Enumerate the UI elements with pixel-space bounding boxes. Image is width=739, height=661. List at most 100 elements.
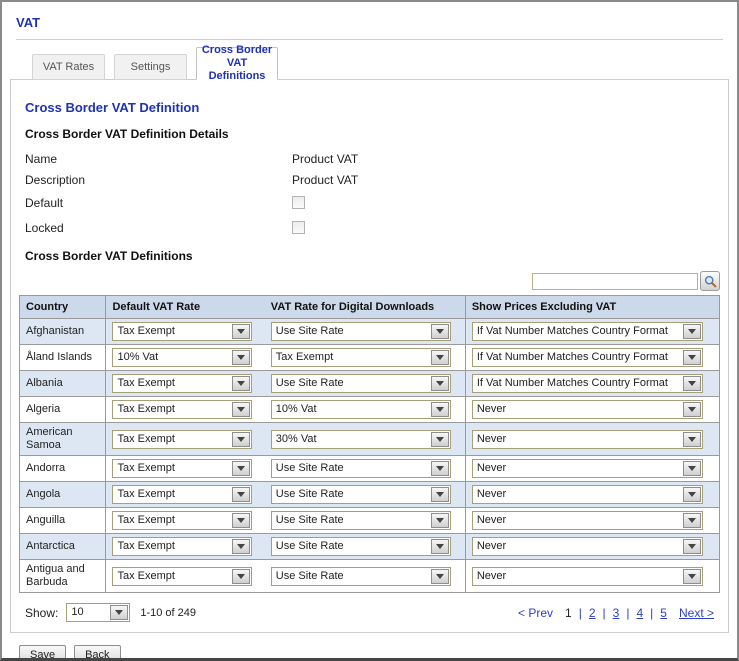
country-cell: Algeria [20,397,106,423]
tab-cross-border-vat-definitions[interactable]: Cross Border VAT Definitions [196,47,278,80]
country-name: Algeria [26,403,96,416]
page-size-value: 10 [67,604,109,621]
show-prices-excluding-vat-select[interactable]: Never [472,567,703,586]
default-vat-rate-cell: Tax Exempt [106,482,265,508]
tab-content-panel: Cross Border VAT Definition Cross Border… [10,79,729,633]
country-cell: Angola [20,482,106,508]
digital-downloads-rate-select[interactable]: Use Site Rate [271,459,451,478]
back-button[interactable]: Back [74,645,120,661]
show-prices-cell: Never [465,560,719,593]
page-link-4[interactable]: 4 [636,606,643,620]
chevron-down-icon [232,324,250,339]
save-button[interactable]: Save [19,645,66,661]
details-section-heading: Cross Border VAT Definition Details [25,127,714,141]
default-vat-rate-select-value: Tax Exempt [113,431,231,448]
digital-rate-cell: Use Site Rate [265,456,466,482]
show-prices-excluding-vat-select[interactable]: Never [472,511,703,530]
show-prices-excluding-vat-select[interactable]: Never [472,459,703,478]
default-vat-rate-cell: Tax Exempt [106,534,265,560]
chevron-down-icon [232,402,250,417]
show-prices-excluding-vat-select[interactable]: If Vat Number Matches Country Format [472,322,703,341]
country-name: Anguilla [26,514,96,527]
default-vat-rate-select-value: Tax Exempt [113,512,231,529]
chevron-down-icon [683,513,701,528]
default-vat-rate-select-value: Tax Exempt [113,538,231,555]
tab-settings[interactable]: Settings [114,54,187,80]
digital-downloads-rate-select[interactable]: Use Site Rate [271,537,451,556]
digital-downloads-rate-select[interactable]: Use Site Rate [271,485,451,504]
country-cell: Andorra [20,456,106,482]
column-header-default-vat-rate: Default VAT Rate [106,296,265,319]
page-separator: | [650,606,653,620]
page-link-5[interactable]: 5 [660,606,667,620]
show-prices-excluding-vat-select[interactable]: Never [472,485,703,504]
search-input[interactable] [532,273,698,290]
default-vat-rate-select[interactable]: Tax Exempt [112,567,252,586]
show-prices-excluding-vat-select[interactable]: Never [472,537,703,556]
tab-label: VAT Rates [43,61,94,73]
default-vat-rate-select[interactable]: Tax Exempt [112,537,252,556]
chevron-down-icon [232,513,250,528]
digital-downloads-rate-select-value: 30% Vat [272,431,430,448]
locked-label: Locked [25,221,292,235]
next-page-link[interactable]: Next > [679,606,714,620]
digital-downloads-rate-select[interactable]: Tax Exempt [271,348,451,367]
chevron-down-icon [110,605,128,620]
page-link-3[interactable]: 3 [613,606,620,620]
show-prices-cell: Never [465,423,719,456]
default-vat-rate-select[interactable]: Tax Exempt [112,485,252,504]
digital-rate-cell: Use Site Rate [265,371,466,397]
default-vat-rate-select[interactable]: Tax Exempt [112,430,252,449]
field-row-locked: Locked [19,216,720,239]
show-prices-excluding-vat-select[interactable]: If Vat Number Matches Country Format [472,348,703,367]
show-prices-cell: If Vat Number Matches Country Format [465,345,719,371]
digital-downloads-rate-select[interactable]: 30% Vat [271,430,451,449]
default-checkbox[interactable] [292,196,305,209]
country-name: Angola [26,488,96,501]
default-vat-rate-select[interactable]: Tax Exempt [112,322,252,341]
default-vat-rate-select[interactable]: 10% Vat [112,348,252,367]
chevron-down-icon [431,461,449,476]
current-page-indicator: 1 [565,606,572,620]
page-separator: | [579,606,582,620]
show-prices-excluding-vat-select[interactable]: Never [472,400,703,419]
default-vat-rate-select[interactable]: Tax Exempt [112,374,252,393]
page-link-2[interactable]: 2 [589,606,596,620]
default-vat-rate-cell: Tax Exempt [106,397,265,423]
default-vat-rate-select[interactable]: Tax Exempt [112,511,252,530]
digital-downloads-rate-select-value: Use Site Rate [272,568,430,585]
range-text: 1-10 of 249 [140,607,196,619]
show-prices-excluding-vat-select-value: If Vat Number Matches Country Format [473,375,682,392]
pagination: < Prev1|2|3|4|5Next > [518,606,714,620]
show-prices-cell: Never [465,482,719,508]
search-row [19,271,720,291]
locked-checkbox[interactable] [292,221,305,234]
digital-downloads-rate-select[interactable]: Use Site Rate [271,511,451,530]
country-cell: Antigua and Barbuda [20,560,106,593]
tab-vat-rates[interactable]: VAT Rates [32,54,105,80]
chevron-down-icon [431,569,449,584]
digital-downloads-rate-select[interactable]: Use Site Rate [271,374,451,393]
table-row-afghanistan: AfghanistanTax ExemptUse Site RateIf Vat… [20,319,720,345]
show-prices-cell: Never [465,534,719,560]
vat-definitions-table: CountryDefault VAT RateVAT Rate for Digi… [19,295,720,593]
digital-downloads-rate-select[interactable]: Use Site Rate [271,567,451,586]
tab-label: Settings [131,61,171,73]
prev-page-link[interactable]: < Prev [518,606,553,620]
chevron-down-icon [431,513,449,528]
column-header-country: Country [20,296,106,319]
show-prices-excluding-vat-select-value: Never [473,401,682,418]
digital-downloads-rate-select[interactable]: Use Site Rate [271,322,451,341]
country-cell: Albania [20,371,106,397]
digital-downloads-rate-select[interactable]: 10% Vat [271,400,451,419]
field-row-description: Description Product VAT [19,170,720,189]
search-button[interactable] [700,271,720,291]
show-prices-excluding-vat-select[interactable]: Never [472,430,703,449]
default-vat-rate-select[interactable]: Tax Exempt [112,459,252,478]
default-vat-rate-select[interactable]: Tax Exempt [112,400,252,419]
definitions-section-heading: Cross Border VAT Definitions [25,249,714,263]
page-size-select[interactable]: 10 [66,603,130,622]
panel-heading: Cross Border VAT Definition [25,100,714,115]
show-prices-excluding-vat-select[interactable]: If Vat Number Matches Country Format [472,374,703,393]
field-row-default: Default [19,191,720,214]
